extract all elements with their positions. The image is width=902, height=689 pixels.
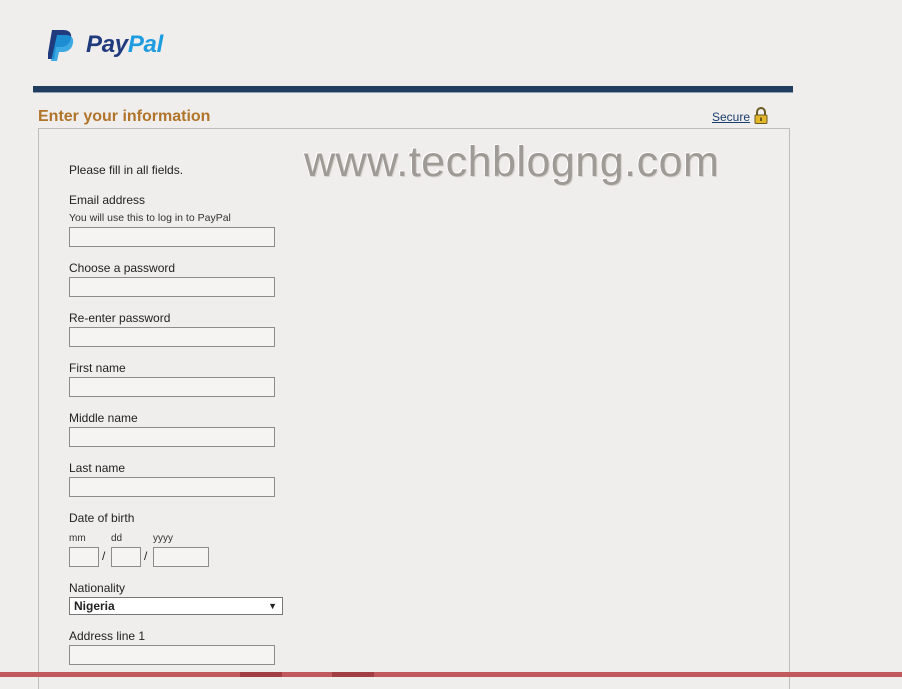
dob-year-field[interactable]	[153, 547, 209, 567]
dob-day-field[interactable]	[111, 547, 141, 567]
password-confirm-label: Re-enter password	[69, 311, 171, 325]
middle-name-field[interactable]	[69, 427, 275, 447]
secure-link[interactable]: Secure	[712, 110, 750, 124]
taskbar-tab[interactable]	[240, 672, 282, 677]
first-name-label: First name	[69, 361, 126, 375]
nationality-label: Nationality	[69, 581, 126, 595]
paypal-p-icon	[48, 30, 74, 61]
address-line1-label: Address line 1	[69, 629, 146, 643]
dob-day-label: dd	[111, 533, 123, 544]
logo-word-pal: Pal	[127, 31, 163, 58]
taskbar-strip	[0, 672, 902, 677]
dob-separator: /	[102, 549, 106, 563]
password-field[interactable]	[69, 277, 275, 297]
middle-name-label: Middle name	[69, 411, 138, 425]
nationality-select[interactable]: Nigeria ▼	[69, 597, 283, 615]
paypal-logo: PayPal	[48, 28, 163, 62]
watermark-text: www.techblogng.com	[304, 138, 720, 186]
last-name-label: Last name	[69, 461, 126, 475]
dob-year-label: yyyy	[153, 533, 173, 544]
address-line1-field[interactable]	[69, 645, 275, 665]
last-name-field[interactable]	[69, 477, 275, 497]
dob-separator: /	[144, 549, 148, 563]
password-confirm-field[interactable]	[69, 327, 275, 347]
dob-month-field[interactable]	[69, 547, 99, 567]
lock-icon	[754, 107, 768, 124]
secure-indicator: Secure	[712, 107, 768, 124]
dob-label: Date of birth	[69, 511, 135, 525]
taskbar-tab[interactable]	[332, 672, 374, 677]
form-intro: Please fill in all fields.	[69, 163, 184, 177]
email-hint: You will use this to log in to PayPal	[69, 212, 231, 224]
password-label: Choose a password	[69, 261, 176, 275]
header-divider-bar	[33, 86, 793, 93]
page-title: Enter your information	[38, 108, 211, 125]
nationality-selected-value: Nigeria	[74, 599, 115, 613]
dropdown-arrow-icon: ▼	[268, 601, 277, 611]
logo-word-pay: Pay	[86, 31, 128, 58]
first-name-field[interactable]	[69, 377, 275, 397]
email-label: Email address	[69, 193, 146, 207]
email-field[interactable]	[69, 227, 275, 247]
dob-month-label: mm	[69, 533, 86, 544]
